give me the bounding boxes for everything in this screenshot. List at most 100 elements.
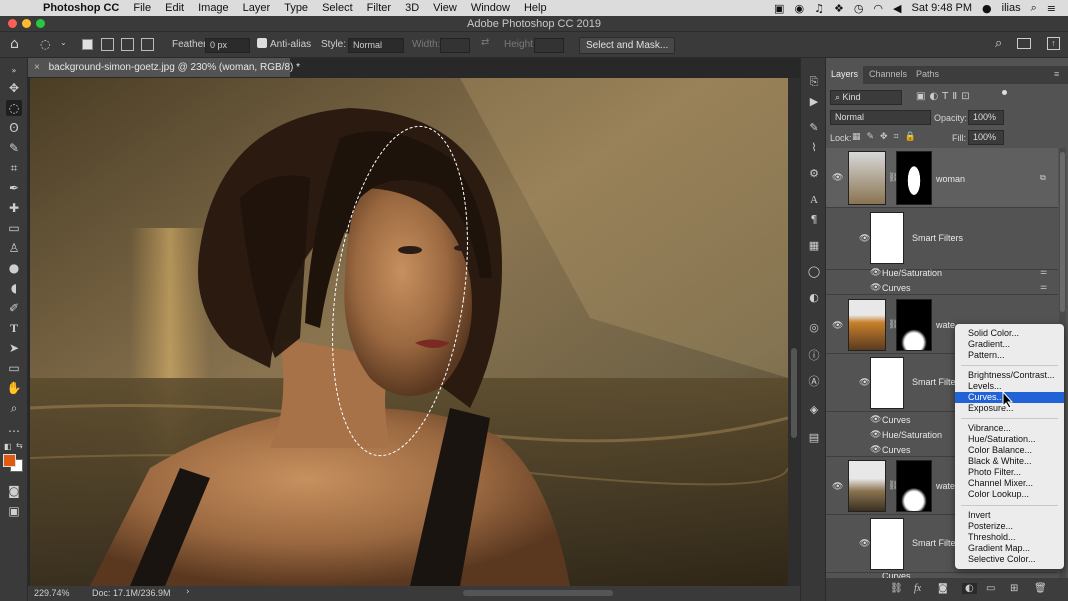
minimize-window-icon[interactable] <box>22 19 31 28</box>
smart-filters-label[interactable]: Smart Filte <box>912 538 956 548</box>
menu-item-gradient-map[interactable]: Gradient Map... <box>955 543 1064 554</box>
glyphs-icon[interactable]: Ⓐ <box>806 374 822 390</box>
lasso-tool-icon[interactable]: ʘ <box>6 120 22 136</box>
visibility-eye-icon[interactable]: 👁 <box>870 430 881 440</box>
filter-name[interactable]: Hue/Saturation <box>882 430 942 440</box>
delete-layer-icon[interactable]: 🗑 <box>1034 583 1047 594</box>
menu-item-selective-color[interactable]: Selective Color... <box>955 554 1064 565</box>
zoom-window-icon[interactable] <box>36 19 45 28</box>
layer-row-woman[interactable]: 👁 ⛓ woman ⧉ <box>826 148 1058 208</box>
menu-edit[interactable]: Edit <box>158 2 191 14</box>
timeline-icon[interactable]: ▤ <box>806 430 822 446</box>
menu-item-color-lookup[interactable]: Color Lookup... <box>955 489 1064 500</box>
add-selection-icon[interactable] <box>101 38 114 51</box>
new-adjustment-layer-icon[interactable]: ◐ <box>962 583 977 594</box>
horizontal-scroll-thumb[interactable] <box>463 590 613 596</box>
type-tool-icon[interactable]: T <box>6 320 22 336</box>
canvas-vertical-scrollbar[interactable] <box>788 78 800 586</box>
brush-settings-icon[interactable]: ✎ <box>806 120 822 136</box>
user-icon[interactable]: ● <box>982 2 992 15</box>
menu-item-color-balance[interactable]: Color Balance... <box>955 445 1064 456</box>
menu-type[interactable]: Type <box>277 2 315 14</box>
subtract-selection-icon[interactable] <box>121 38 134 51</box>
blend-mode-select[interactable]: Normal <box>830 110 931 125</box>
color-icon[interactable]: ◐ <box>806 290 822 306</box>
rectangle-tool-icon[interactable]: ▭ <box>6 360 22 376</box>
filter-options-icon[interactable]: ⚌ <box>1040 267 1047 276</box>
layer-mask-thumbnail[interactable] <box>896 299 932 351</box>
quick-selection-tool-icon[interactable]: ✎ <box>6 140 22 156</box>
visibility-eye-icon[interactable]: 👁 <box>859 378 870 388</box>
panel-menu-icon[interactable]: ≡ <box>1054 69 1059 79</box>
filter-type-icons[interactable]: ▣◐TⅡ⊡ <box>916 91 974 102</box>
menu-item-vibrance[interactable]: Vibrance... <box>955 423 1064 434</box>
filter-options-icon[interactable]: ⚌ <box>1040 282 1047 291</box>
filter-row-hue-saturation[interactable]: 👁 Hue/Saturation ⚌ <box>826 265 1058 280</box>
path-selection-tool-icon[interactable]: ➤ <box>6 340 22 356</box>
menu-item-invert[interactable]: Invert <box>955 510 1064 521</box>
foreground-color-swatch[interactable] <box>3 454 16 467</box>
volume-icon[interactable]: ◀ <box>893 2 901 15</box>
menu-window[interactable]: Window <box>464 2 517 14</box>
menu-view[interactable]: View <box>426 2 464 14</box>
width-input[interactable] <box>440 38 470 53</box>
antialias-checkbox[interactable] <box>257 38 267 48</box>
workspace-icon[interactable] <box>1017 38 1031 49</box>
wifi-icon[interactable]: ◠ <box>873 2 883 15</box>
tab-layers[interactable]: Layers <box>826 66 864 84</box>
filter-name[interactable]: Curves <box>882 415 911 425</box>
toolbar-collapse-icon[interactable]: » <box>6 63 22 79</box>
menu-item-photo-filter[interactable]: Photo Filter... <box>955 467 1064 478</box>
layer-thumbnail[interactable] <box>848 299 886 351</box>
pen-tool-icon[interactable]: ✐ <box>6 300 22 316</box>
layer-name[interactable]: woman <box>936 174 965 184</box>
learn-icon[interactable]: ◯ <box>806 264 822 280</box>
move-tool-icon[interactable]: ✥ <box>6 80 22 96</box>
status-menu-chevron-icon[interactable]: › <box>186 587 190 597</box>
preset-chevron-icon[interactable]: ⌄ <box>60 38 67 47</box>
menu-3d[interactable]: 3D <box>398 2 426 14</box>
layers-scroll-thumb[interactable] <box>1060 152 1065 312</box>
info-icon[interactable]: ⓘ <box>806 348 822 364</box>
visibility-eye-icon[interactable]: 👁 <box>859 539 870 549</box>
feather-input[interactable]: 0 px <box>205 38 250 53</box>
dodge-tool-icon[interactable]: ◖ <box>6 280 22 296</box>
clone-stamp-tool-icon[interactable]: ♙ <box>6 240 22 256</box>
search-icon[interactable]: ⌕ <box>1031 1 1037 15</box>
menu-item-black-white[interactable]: Black & White... <box>955 456 1064 467</box>
visibility-eye-icon[interactable]: 👁 <box>870 415 881 425</box>
share-icon[interactable]: ↑ <box>1047 37 1060 50</box>
character-icon[interactable]: A <box>806 192 822 208</box>
zoom-tool-icon[interactable]: ⌕ <box>6 400 22 416</box>
swap-icon[interactable]: ⇄ <box>481 37 489 48</box>
filter-toggle-icon[interactable] <box>1002 90 1007 95</box>
smart-filters-label[interactable]: Smart Filte <box>912 377 956 387</box>
smart-filter-mask-thumbnail[interactable] <box>870 518 904 570</box>
menu-item-hue-saturation[interactable]: Hue/Saturation... <box>955 434 1064 445</box>
intersect-selection-icon[interactable] <box>141 38 154 51</box>
blur-tool-icon[interactable]: ● <box>6 260 22 276</box>
link-layers-icon[interactable]: ⛓ <box>890 583 903 594</box>
visibility-eye-icon[interactable]: 👁 <box>832 173 843 183</box>
lock-icons[interactable]: ▦✎✥⌗🔒 <box>852 132 922 142</box>
libraries-icon[interactable]: ◎ <box>806 320 822 336</box>
screen-mode-icon[interactable]: ▣ <box>6 503 22 519</box>
visibility-eye-icon[interactable]: 👁 <box>870 445 881 455</box>
crop-tool-icon[interactable]: ⌗ <box>6 160 22 176</box>
menu-item-solid-color[interactable]: Solid Color... <box>955 328 1064 339</box>
search-icon[interactable]: ⌕ <box>995 36 1002 51</box>
close-window-icon[interactable] <box>8 19 17 28</box>
visibility-eye-icon[interactable]: 👁 <box>832 321 843 331</box>
select-and-mask-button[interactable]: Select and Mask... <box>579 37 676 54</box>
3d-icon[interactable]: ◈ <box>806 402 822 418</box>
menu-list-icon[interactable]: ≡ <box>1047 2 1056 15</box>
layer-mask-thumbnail[interactable] <box>896 460 932 512</box>
filter-name[interactable]: Curves <box>882 283 911 293</box>
visibility-eye-icon[interactable]: 👁 <box>832 482 843 492</box>
history-icon[interactable]: ⎘ <box>806 74 822 90</box>
menu-image[interactable]: Image <box>191 2 236 14</box>
dropbox-icon[interactable]: ❖ <box>834 2 844 15</box>
headphones-icon[interactable]: ♫ <box>814 2 824 15</box>
fill-input[interactable]: 100% <box>968 130 1004 145</box>
swatches-grid-icon[interactable]: ▦ <box>806 238 822 254</box>
